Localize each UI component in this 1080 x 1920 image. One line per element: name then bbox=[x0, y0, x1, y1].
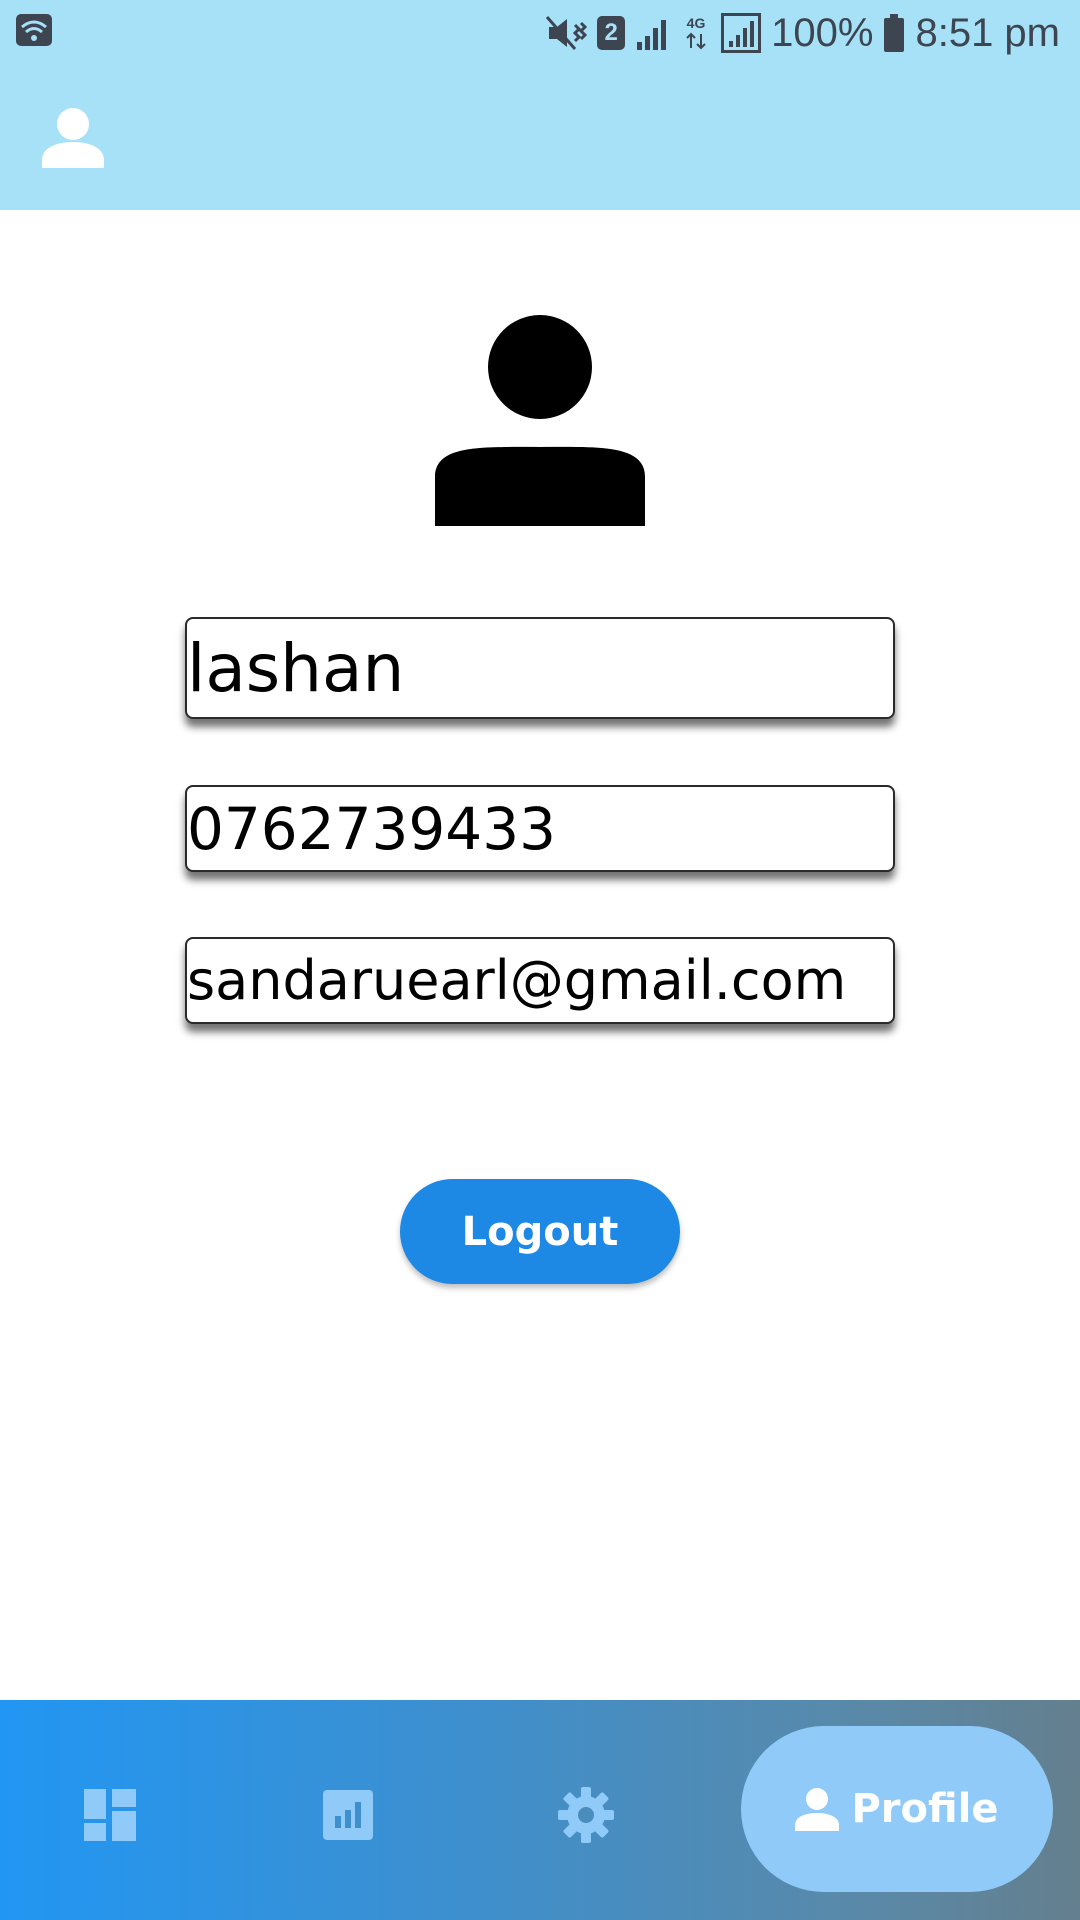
nav-dashboard[interactable] bbox=[65, 1770, 155, 1860]
bottom-navigation: Profile bbox=[0, 1700, 1080, 1920]
signal-icon bbox=[637, 20, 667, 50]
phone-field[interactable]: 0762739433 bbox=[185, 785, 895, 872]
nav-statistics[interactable] bbox=[303, 1770, 393, 1860]
logout-button[interactable]: Logout bbox=[400, 1179, 680, 1284]
signal-full-icon bbox=[721, 13, 762, 53]
clock: 8:51 pm bbox=[915, 11, 1060, 55]
settings-gear-icon bbox=[558, 1787, 614, 1843]
sim-2-icon: 2 bbox=[597, 16, 626, 50]
name-field[interactable]: lashan bbox=[185, 617, 895, 719]
nav-profile[interactable]: Profile bbox=[741, 1726, 1053, 1892]
status-bar: 2 4G 100% 8:51 pm bbox=[0, 0, 1080, 66]
person-icon bbox=[795, 1788, 840, 1831]
4g-data-icon: 4G bbox=[686, 15, 706, 50]
email-field[interactable]: sandaruearl@gmail.com bbox=[185, 937, 895, 1024]
mute-vibrate-icon bbox=[546, 16, 588, 50]
dashboard-icon bbox=[84, 1789, 136, 1841]
bar-chart-icon bbox=[323, 1790, 373, 1840]
nav-settings[interactable] bbox=[541, 1770, 631, 1860]
nav-profile-label: Profile bbox=[851, 1786, 999, 1832]
profile-screen: 2 4G 100% 8:51 pm lashan 0762739433 sand… bbox=[0, 0, 1080, 1920]
person-icon[interactable] bbox=[42, 106, 104, 168]
battery-icon bbox=[884, 14, 905, 52]
status-icons: 2 4G 100% 8:51 pm bbox=[545, 8, 1060, 58]
battery-percent: 100% bbox=[771, 11, 874, 55]
wifi-icon bbox=[16, 14, 52, 46]
network-type-label: 4G bbox=[687, 15, 706, 31]
app-bar: 2 4G 100% 8:51 pm bbox=[0, 0, 1080, 210]
profile-avatar-icon bbox=[435, 315, 645, 526]
